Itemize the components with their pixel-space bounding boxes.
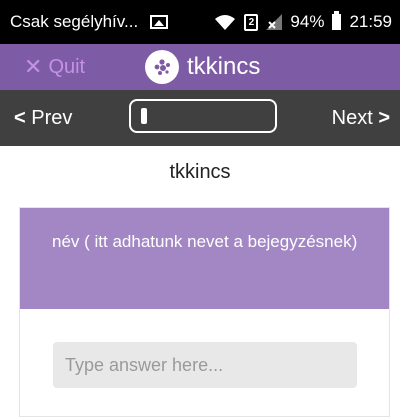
- prev-label: Prev: [31, 107, 73, 129]
- clock: 21:59: [349, 12, 392, 31]
- signal-icon: [266, 14, 283, 30]
- battery-percent: 94%: [290, 12, 325, 31]
- quit-label: Quit: [48, 56, 86, 78]
- navigation-bar: < Prev Next >: [0, 90, 400, 146]
- image-notification-icon: [150, 15, 169, 29]
- next-label: Next: [331, 107, 373, 129]
- status-bar-right: 2 94% 21:59: [214, 11, 392, 32]
- page-title: tkkincs: [169, 161, 231, 183]
- wifi-icon: [214, 14, 236, 30]
- app-name: tkkincs: [187, 53, 261, 80]
- next-button[interactable]: Next >: [332, 90, 390, 146]
- app-brand: tkkincs: [145, 50, 260, 84]
- dots-logo-icon: [145, 50, 179, 84]
- chevron-right-icon: >: [378, 107, 390, 129]
- answer-input[interactable]: [53, 342, 357, 388]
- question-card: név ( itt adhatunk nevet a bejegyzésnek): [19, 207, 390, 417]
- close-icon: ✕: [24, 54, 43, 79]
- battery-icon: [332, 11, 342, 30]
- chevron-left-icon: <: [14, 107, 26, 129]
- progress-bar: [129, 99, 277, 133]
- status-bar: Csak segélyhív... 2 94% 21:59: [0, 0, 400, 44]
- prev-button[interactable]: < Prev: [14, 90, 72, 146]
- sim-icon: 2: [244, 13, 259, 31]
- carrier-text: Csak segélyhív...: [10, 12, 139, 31]
- progress-fill: [141, 108, 147, 124]
- question-text: név ( itt adhatunk nevet a bejegyzésnek): [20, 208, 389, 309]
- quit-button[interactable]: ✕ Quit: [24, 44, 85, 90]
- title-bar: ✕ Quit tkkincs: [0, 44, 400, 90]
